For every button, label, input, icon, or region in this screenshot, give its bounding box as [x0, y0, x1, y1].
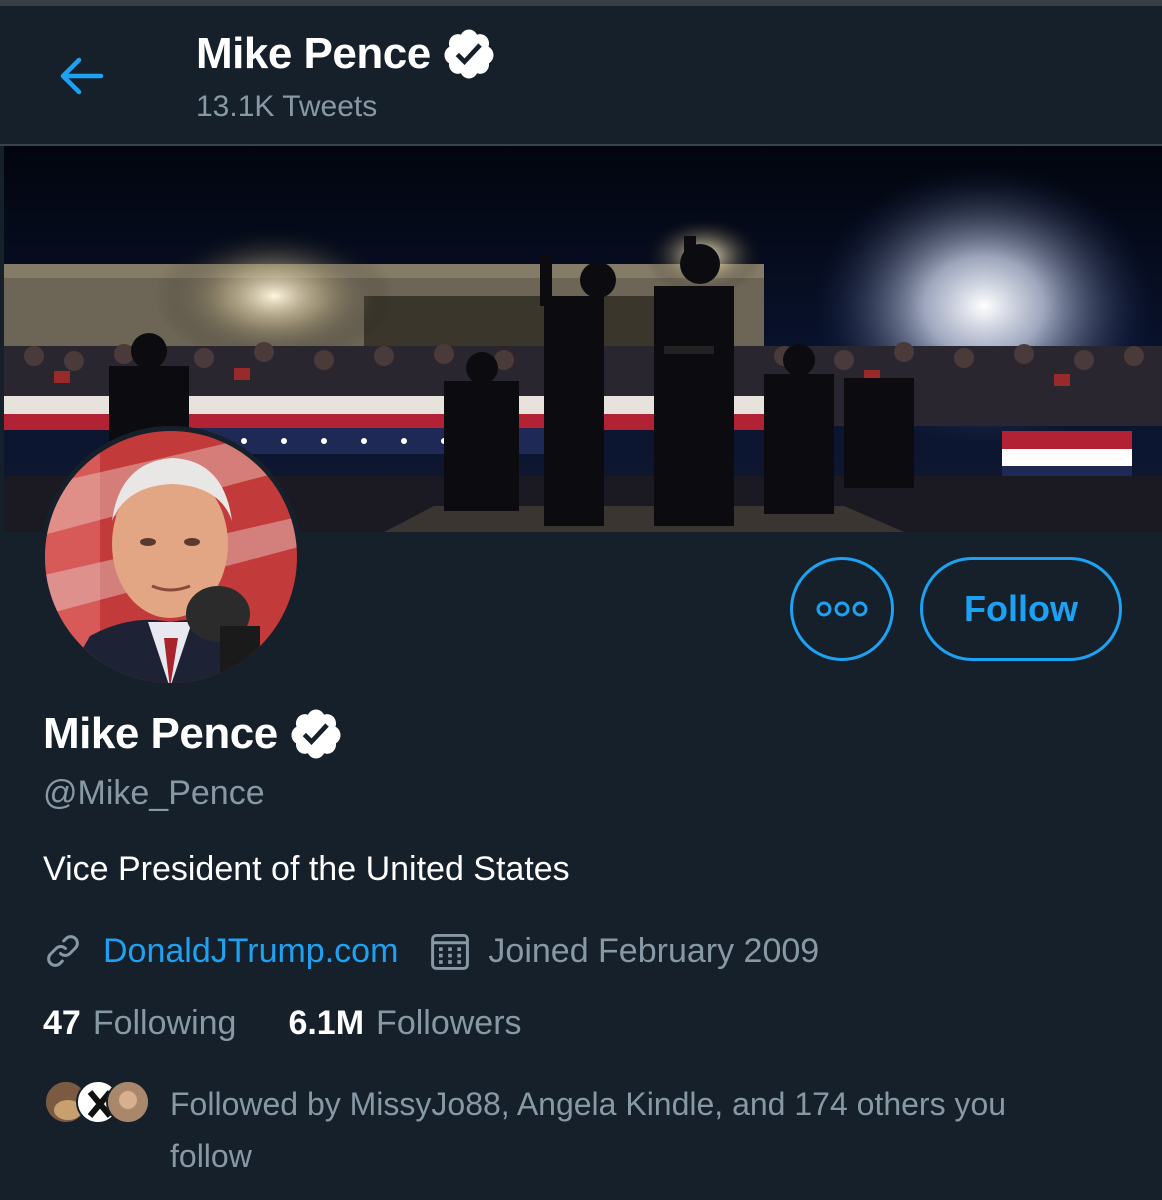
following-label: Following [92, 1004, 237, 1042]
followers-count: 6.1M [288, 1004, 365, 1042]
website-link[interactable]: DonaldJTrump.com [103, 932, 398, 971]
join-date: Joined February 2009 [488, 931, 820, 970]
followers-label: Followers [376, 1004, 522, 1042]
arrow-left-icon [60, 57, 104, 95]
profile-meta: DonaldJTrump.com Joined February 2009 [43, 926, 819, 976]
verified-badge-icon [291, 709, 341, 759]
more-dots-icon [816, 601, 868, 617]
followed-by-avatars[interactable] [44, 1080, 150, 1126]
profile-name: Mike Pence [43, 706, 344, 762]
avatar [106, 1080, 150, 1124]
header-name-text: Mike Pence [196, 29, 431, 78]
following-stat[interactable]: 47 Following [43, 1004, 236, 1043]
followed-by-text[interactable]: Followed by MissyJo88, Angela Kindle, an… [170, 1078, 1090, 1182]
profile-name-text: Mike Pence [43, 709, 278, 758]
profile-bio: Vice President of the United States [43, 850, 570, 888]
calendar-icon [431, 933, 470, 970]
verified-badge-icon [444, 29, 494, 79]
back-button[interactable] [46, 46, 116, 106]
follow-stats: 47 Following 6.1M Followers [43, 1004, 522, 1043]
link-icon [47, 935, 79, 967]
tweet-count: 13.1K Tweets [196, 90, 378, 123]
profile-avatar[interactable] [40, 426, 302, 688]
more-options-button[interactable] [790, 557, 894, 661]
profile-handle: @Mike_Pence [43, 774, 265, 812]
followers-stat[interactable]: 6.1M Followers [288, 1004, 521, 1043]
follow-button[interactable]: Follow [920, 557, 1122, 661]
profile-header: Mike Pence 13.1K Tweets [0, 6, 1162, 146]
header-title: Mike Pence [196, 26, 497, 82]
following-count: 47 [43, 1004, 81, 1042]
